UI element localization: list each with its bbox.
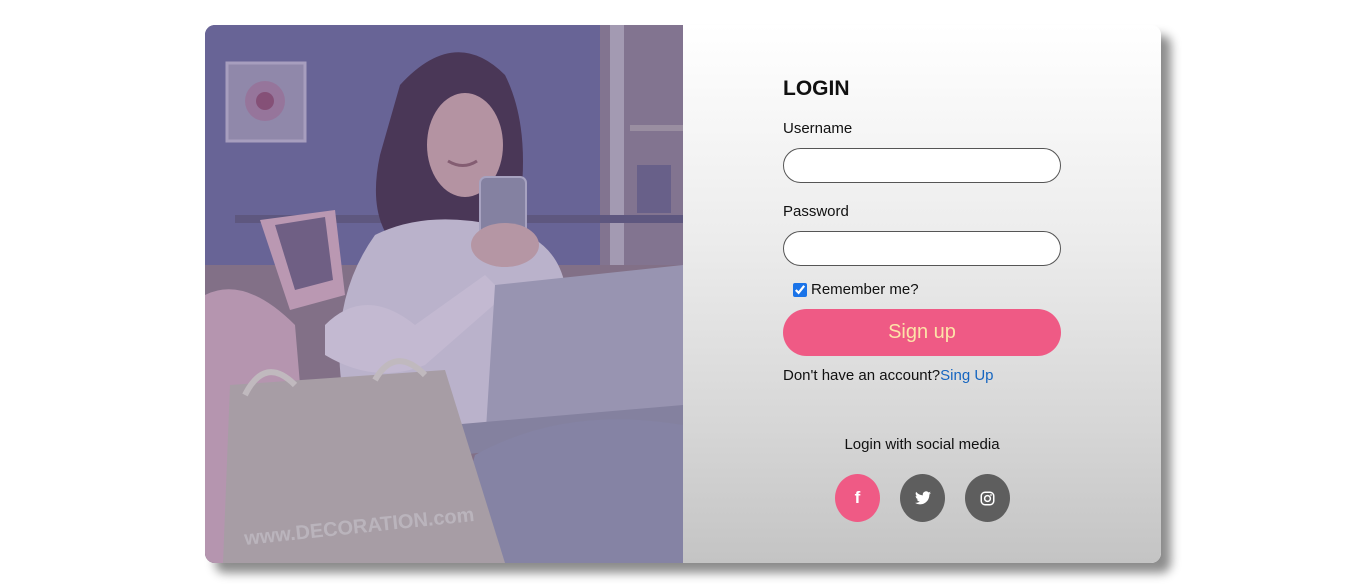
sign-up-button[interactable]: Sign up: [783, 309, 1061, 356]
sign-up-link[interactable]: Sing Up: [940, 367, 993, 384]
login-form-panel: LOGIN Username Password Remember me? Sig…: [683, 25, 1161, 563]
instagram-icon: [980, 491, 995, 505]
remember-me-label: Remember me?: [811, 281, 919, 298]
username-label: Username: [783, 120, 853, 137]
no-account-row: Don't have an account?Sing Up: [783, 367, 994, 384]
twitter-button[interactable]: [900, 474, 945, 522]
remember-me-checkbox[interactable]: [793, 282, 807, 297]
hero-photo: www.DECORATION.com: [205, 25, 683, 563]
no-account-text: Don't have an account?: [783, 367, 941, 384]
username-input[interactable]: [783, 148, 1061, 183]
remember-me-row[interactable]: Remember me?: [793, 281, 919, 298]
password-input[interactable]: [783, 231, 1061, 266]
woman-with-phone-illustration: www.DECORATION.com: [205, 25, 683, 563]
facebook-icon: f: [854, 488, 861, 507]
social-login-title: Login with social media: [844, 436, 1000, 453]
twitter-icon: [914, 491, 931, 505]
password-label: Password: [783, 203, 849, 220]
instagram-button[interactable]: [965, 474, 1010, 522]
facebook-button[interactable]: f: [835, 474, 880, 522]
login-card: www.DECORATION.com LOGIN Username Passwo…: [205, 25, 1161, 563]
login-title: LOGIN: [783, 77, 850, 100]
